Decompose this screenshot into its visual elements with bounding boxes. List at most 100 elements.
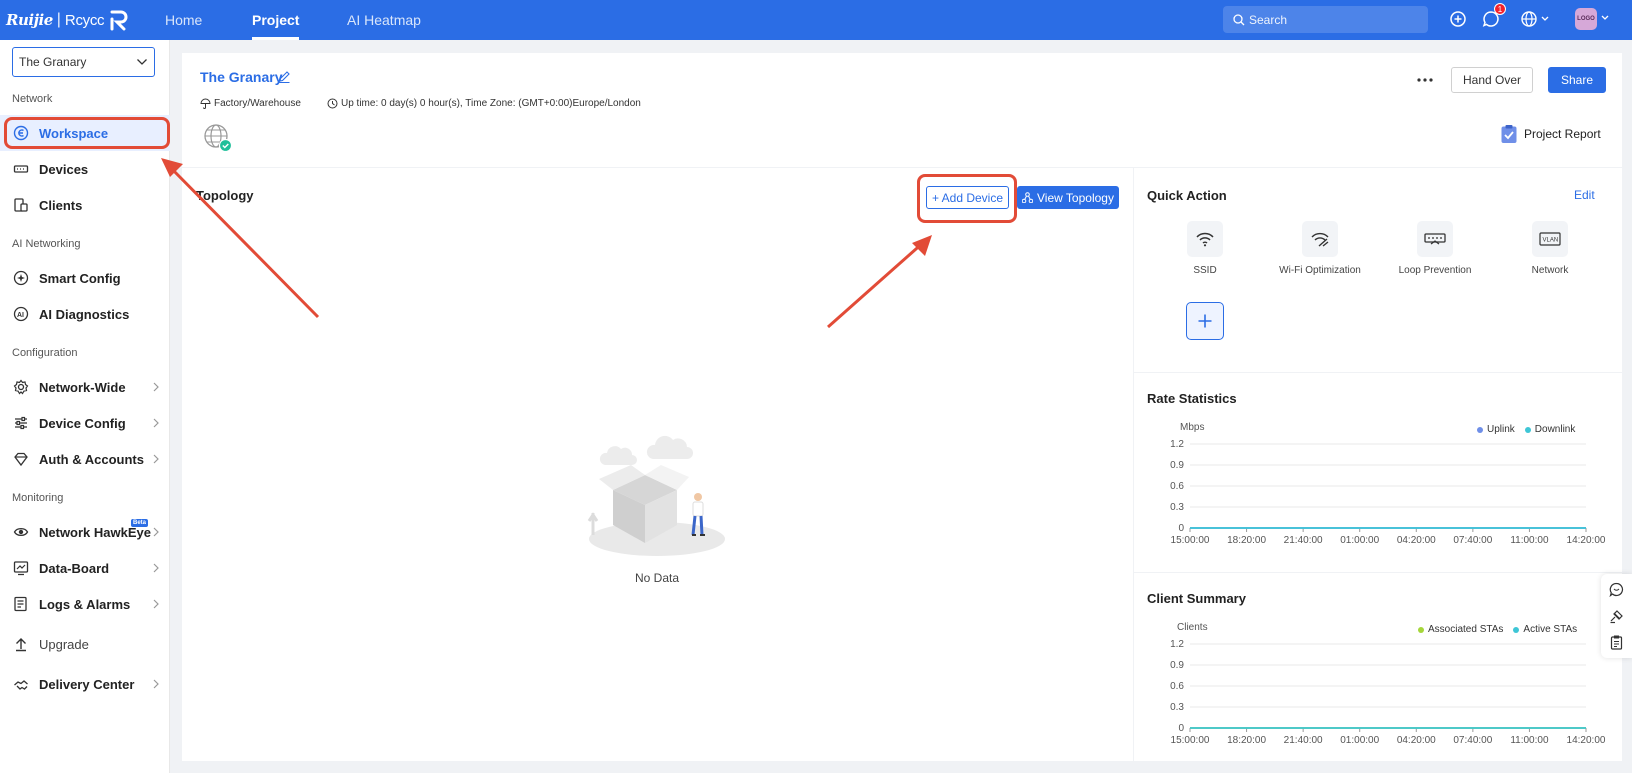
sidebar-item-smart-config[interactable]: Smart Config (0, 260, 170, 296)
y-tick-label: 1.2 (1170, 639, 1184, 650)
umbrella-icon (200, 98, 211, 109)
sidebar-item-ai-diagnostics[interactable]: AI AI Diagnostics (0, 296, 170, 332)
sidebar-item-clients[interactable]: Clients (0, 187, 170, 223)
sidebar-item-data-board[interactable]: Data-Board (0, 550, 170, 586)
y-tick-label: 0 (1178, 523, 1184, 534)
brand-mark-icon (108, 9, 130, 31)
chevron-down-icon (136, 56, 148, 68)
client-summary-chart: 1.2 0.9 0.6 0.3 015:00:00 18:20:00 21:40:00 01:… (1170, 639, 1606, 746)
project-select[interactable]: The Granary (12, 47, 155, 77)
legend-uplink-dot (1477, 426, 1483, 433)
sidebar-item-upgrade[interactable]: Upgrade (0, 626, 170, 662)
sidebar-item-device-config[interactable]: Device Config (0, 405, 170, 441)
nav-project[interactable]: Project (252, 0, 300, 40)
project-report-link[interactable]: Project Report (1500, 124, 1601, 144)
plus-icon (1197, 313, 1213, 329)
sidebar-item-workspace[interactable]: Workspace (0, 115, 170, 151)
view-topology-button[interactable]: View Topology (1017, 186, 1119, 209)
clients-icon (12, 196, 30, 214)
section-ai-networking: AI Networking (12, 238, 81, 250)
search-box[interactable] (1223, 6, 1428, 33)
share-button[interactable]: Share (1548, 67, 1606, 93)
x-tick-label: 14:20:00 (1567, 735, 1606, 746)
rate-statistics-title: Rate Statistics (1147, 391, 1237, 406)
nav-home[interactable]: Home (165, 0, 202, 40)
log-icon (12, 595, 30, 613)
quick-action-wifi-optimization[interactable]: Wi-Fi Optimization (1270, 221, 1370, 276)
sidebar-item-devices[interactable]: Devices (0, 151, 170, 187)
project-uptime: Up time: 0 day(s) 0 hour(s), Time Zone: … (327, 98, 641, 109)
sidebar-item-label: Clients (39, 197, 83, 213)
add-circle-icon[interactable] (1449, 10, 1467, 28)
y-tick-label: 0 (1178, 723, 1184, 734)
client-legend: Associated STAs Active STAs (1418, 624, 1577, 635)
add-device-button[interactable]: + Add Device (926, 186, 1009, 209)
rate-statistics-chart: 1.2 0.9 0.6 0.3 015:00:00 18:20:00 21:40:00 01:… (1170, 439, 1606, 546)
sidebar-item-delivery-center[interactable]: Delivery Center (0, 666, 170, 702)
user-avatar[interactable]: LOGO (1575, 8, 1597, 30)
brand-name-secondary: Rcycc (64, 11, 105, 29)
sidebar-item-label: Devices (39, 161, 89, 177)
notification-badge: 1 (1494, 3, 1506, 15)
sidebar-item-label: Smart Config (39, 270, 121, 286)
sidebar-item-network-wide[interactable]: Network-Wide (0, 369, 170, 405)
x-tick-label: 15:00:00 (1171, 735, 1210, 746)
sidebar-item-label: Device Config (39, 415, 126, 431)
topology-icon (1022, 192, 1034, 203)
chevron-right-icon (152, 527, 160, 537)
ai-diagnostics-icon: AI (12, 305, 30, 323)
brand-logo[interactable]: Ruijie | Rcycc (6, 8, 130, 32)
quick-action-label: SSID (1193, 265, 1217, 276)
edit-pencil-icon[interactable] (278, 70, 291, 83)
hand-over-button[interactable]: Hand Over (1451, 67, 1533, 93)
avatar-chevron-down-icon[interactable] (1600, 13, 1610, 23)
feedback-chat-icon[interactable] (1609, 582, 1624, 597)
chevron-right-icon (152, 679, 160, 689)
nav-ai-heatmap[interactable]: AI Heatmap (347, 0, 421, 40)
internet-status-icon[interactable] (203, 123, 233, 153)
quick-action-ssid[interactable]: SSID (1155, 221, 1255, 276)
project-name: The Granary (200, 69, 283, 85)
wifi-icon (1187, 221, 1223, 257)
clipboard-icon[interactable] (1609, 635, 1624, 650)
dashboard-icon (12, 559, 30, 577)
satellite-icon[interactable] (1609, 609, 1624, 624)
quick-action-label: Wi-Fi Optimization (1279, 265, 1361, 276)
more-options-icon[interactable] (1416, 73, 1434, 87)
search-input[interactable] (1249, 12, 1419, 27)
diamond-icon (12, 450, 30, 468)
top-bar: Ruijie | Rcycc Home Project AI Heatmap 1… (0, 0, 1632, 40)
y-tick-label: 0.3 (1170, 502, 1184, 513)
sidebar-item-auth-accounts[interactable]: Auth & Accounts (0, 441, 170, 477)
chevron-right-icon (152, 382, 160, 392)
uptime-text: Up time: 0 day(s) 0 hour(s), Time Zone: … (341, 98, 641, 109)
quick-action-label: Network (1531, 265, 1569, 276)
section-configuration: Configuration (12, 347, 78, 359)
quick-action-network[interactable]: VLAN Network (1500, 221, 1600, 276)
project-select-value: The Granary (19, 55, 87, 69)
sidebar-item-logs-alarms[interactable]: Logs & Alarms (0, 586, 170, 622)
legend-uplink-label: Uplink (1487, 424, 1515, 435)
x-tick-label: 18:20:00 (1227, 535, 1266, 546)
sidebar-item-network-hawkeye[interactable]: Network HawkEye Beta (0, 514, 170, 550)
add-quick-action-button[interactable] (1186, 302, 1224, 340)
chevron-right-icon (152, 563, 160, 573)
rate-legend: Uplink Downlink (1477, 424, 1575, 435)
project-header-card (182, 53, 1622, 167)
x-tick-label: 11:00:00 (1510, 535, 1549, 546)
y-tick-label: 0.9 (1170, 660, 1184, 671)
chevron-right-icon (152, 418, 160, 428)
legend-downlink-dot (1524, 426, 1531, 433)
legend-associated-dot (1418, 626, 1424, 633)
search-icon (1233, 13, 1245, 26)
x-tick-label: 04:20:00 (1397, 735, 1436, 746)
language-globe-icon[interactable] (1520, 10, 1552, 28)
quick-action-loop-prevention[interactable]: Loop Prevention (1385, 221, 1485, 276)
x-tick-label: 01:00:00 (1340, 535, 1379, 546)
view-topology-label: View Topology (1037, 190, 1114, 205)
legend-associated-label: Associated STAs (1428, 624, 1504, 635)
sidebar-item-label: Data-Board (39, 560, 110, 576)
quick-action-edit-link[interactable]: Edit (1574, 188, 1595, 202)
x-tick-label: 04:20:00 (1397, 535, 1436, 546)
legend-active-label: Active STAs (1523, 624, 1578, 635)
